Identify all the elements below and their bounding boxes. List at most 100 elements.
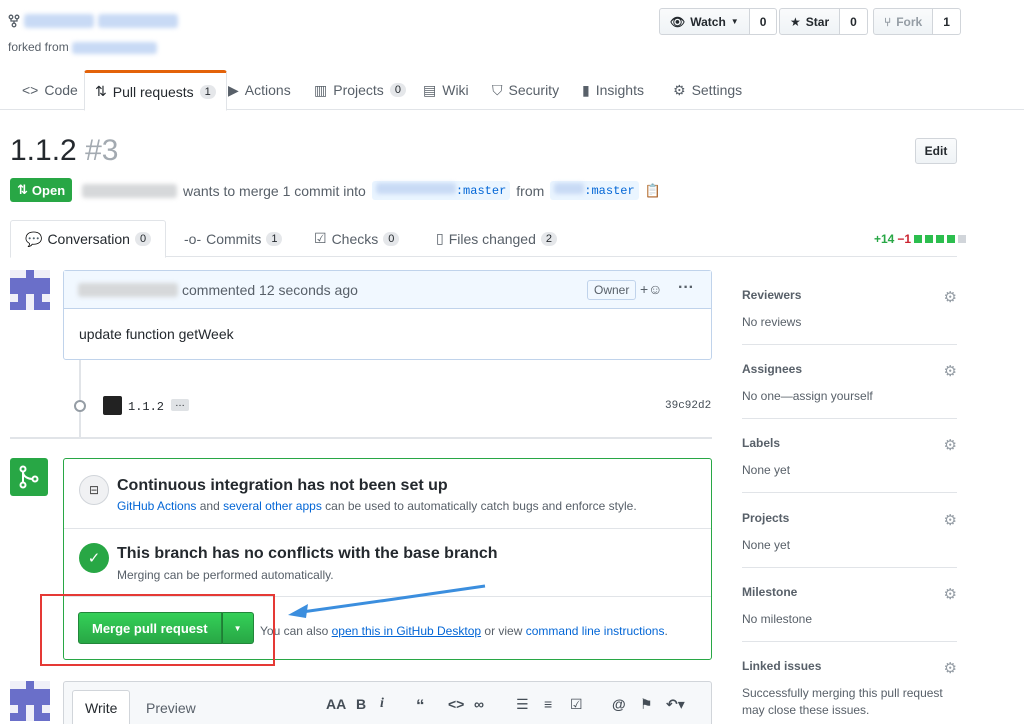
ci-subtitle: GitHub Actions and several other apps ca… bbox=[117, 499, 637, 513]
reply-icon[interactable]: ↶▾ bbox=[666, 696, 685, 713]
nav-actions[interactable]: ▶ Actions bbox=[228, 70, 291, 110]
repo-owner-redacted[interactable] bbox=[24, 14, 94, 28]
bold-icon[interactable]: B bbox=[356, 696, 366, 712]
comment-action: commented 12 seconds ago bbox=[182, 281, 358, 298]
unordered-list-icon[interactable]: ☰ bbox=[516, 696, 529, 713]
repo-name-redacted[interactable] bbox=[98, 14, 178, 28]
quote-icon[interactable]: “ bbox=[416, 696, 425, 716]
sidebar-title[interactable]: Reviewers bbox=[742, 288, 957, 302]
gear-icon[interactable]: ⚙ bbox=[944, 511, 957, 529]
base-branch[interactable]: :master bbox=[371, 181, 511, 200]
ci-tail-text: can be used to automatically catch bugs … bbox=[325, 499, 637, 513]
kebab-icon[interactable]: ··· bbox=[678, 279, 694, 297]
merge-alternatives: You can also open this in GitHub Desktop… bbox=[260, 624, 668, 638]
commenter-redacted[interactable] bbox=[78, 282, 178, 297]
nav-label: Projects bbox=[333, 82, 384, 98]
mention-icon[interactable]: @ bbox=[612, 696, 626, 712]
check-circle-icon: ✓ bbox=[79, 543, 109, 573]
sidebar-title[interactable]: Milestone bbox=[742, 585, 957, 599]
diffstat-block bbox=[925, 235, 934, 243]
tab-label: Commits bbox=[206, 230, 262, 247]
pull-request-icon: ⇅ bbox=[95, 83, 107, 99]
annotation-arrow-icon bbox=[288, 584, 486, 618]
commit-sha[interactable]: 39c92d2 bbox=[665, 400, 711, 412]
tab-write[interactable]: Write bbox=[72, 690, 131, 724]
gear-icon[interactable]: ⚙ bbox=[944, 659, 957, 677]
check-icon: ✓ bbox=[87, 550, 101, 567]
pr-tabs: 💬 Conversation 0 -o- Commits 1 ☑ Checks 0 ▯ Fil… bbox=[10, 220, 957, 258]
author-redacted[interactable] bbox=[82, 183, 177, 198]
watch-button[interactable]: 👁 Watch ▼ bbox=[659, 8, 750, 35]
avatar[interactable] bbox=[10, 270, 50, 310]
nav-insights[interactable]: ▮ Insights bbox=[582, 70, 644, 110]
tab-checks[interactable]: ☑ Checks 0 bbox=[314, 220, 400, 257]
period-text: . bbox=[664, 624, 668, 638]
nav-code[interactable]: <> Code bbox=[22, 70, 78, 110]
commit-icon: -o- bbox=[184, 230, 202, 247]
nav-wiki[interactable]: ▤ Wiki bbox=[423, 70, 469, 110]
forked-source-redacted[interactable] bbox=[72, 41, 158, 54]
tab-label: Files changed bbox=[448, 230, 536, 247]
gear-icon[interactable]: ⚙ bbox=[944, 585, 957, 603]
commit-avatar[interactable] bbox=[103, 396, 122, 415]
sidebar-value[interactable]: No one—assign yourself bbox=[742, 388, 957, 405]
bookmark-icon[interactable]: ⚑ bbox=[640, 696, 653, 713]
gear-icon[interactable]: ⚙ bbox=[944, 436, 957, 454]
sidebar-title[interactable]: Linked issues bbox=[742, 659, 957, 673]
head-branch-name: :master bbox=[584, 184, 635, 198]
tab-conversation[interactable]: 💬 Conversation 0 bbox=[10, 220, 167, 258]
code-icon[interactable]: <> bbox=[448, 696, 464, 712]
edit-button[interactable]: Edit bbox=[915, 138, 957, 164]
annotation-highlight-box bbox=[40, 594, 275, 666]
commit-message[interactable]: 1.1.2 bbox=[128, 400, 164, 414]
conflict-title: This branch has no conflicts with the ba… bbox=[117, 545, 498, 562]
nav-label: Settings bbox=[691, 82, 743, 98]
task-list-icon[interactable]: ☑ bbox=[570, 696, 583, 713]
repo-nav: <> Code ⇅ Pull requests 1 ▶ Actions ▥ Project… bbox=[0, 70, 1024, 111]
diffstat: +14 −1 bbox=[874, 232, 967, 246]
italic-icon[interactable]: i bbox=[380, 696, 384, 712]
star-button[interactable]: ★ Star bbox=[779, 8, 841, 35]
sidebar-reviewers: Reviewers ⚙ No reviews bbox=[742, 288, 957, 345]
other-apps-link[interactable]: several other apps bbox=[223, 499, 322, 513]
diffstat-block bbox=[936, 235, 945, 243]
star-count[interactable]: 0 bbox=[840, 8, 868, 35]
tab-count: 1 bbox=[266, 231, 283, 246]
commit-expand-button[interactable]: … bbox=[171, 399, 189, 411]
text-size-icon[interactable]: AA bbox=[326, 696, 346, 712]
github-desktop-link[interactable]: open this in GitHub Desktop bbox=[332, 624, 481, 638]
avatar[interactable] bbox=[10, 681, 50, 721]
nav-projects[interactable]: ▥ Projects 0 bbox=[314, 70, 406, 110]
sidebar-milestone: Milestone ⚙ No milestone bbox=[742, 585, 957, 642]
tab-commits[interactable]: -o- Commits 1 bbox=[184, 220, 283, 257]
tab-preview[interactable]: Preview bbox=[134, 690, 208, 724]
tab-files-changed[interactable]: ▯ Files changed 2 bbox=[436, 220, 558, 257]
ordered-list-icon[interactable]: ≡ bbox=[544, 696, 552, 712]
forked-from-label: forked from bbox=[8, 40, 69, 54]
pr-title-text: 1.1.2 bbox=[10, 134, 77, 167]
add-reaction-icon[interactable]: +☺ bbox=[640, 281, 662, 297]
nav-security[interactable]: ⛉ Security bbox=[492, 70, 559, 110]
nav-label: Insights bbox=[595, 82, 644, 98]
sidebar-assignees: Assignees ⚙ No one—assign yourself bbox=[742, 362, 957, 419]
forked-from: forked from bbox=[8, 40, 158, 54]
sidebar-title[interactable]: Projects bbox=[742, 511, 957, 525]
nav-pull-requests[interactable]: ⇅ Pull requests 1 bbox=[84, 70, 227, 111]
nav-settings[interactable]: ⚙ Settings bbox=[673, 70, 742, 110]
watch-count[interactable]: 0 bbox=[749, 8, 778, 35]
sidebar-title[interactable]: Assignees bbox=[742, 362, 957, 376]
ci-icon: ⊟ bbox=[79, 475, 109, 505]
fork-button[interactable]: ⑂ Fork bbox=[873, 8, 934, 35]
clipboard-icon[interactable]: 📋 bbox=[645, 183, 661, 199]
command-line-link[interactable]: command line instructions bbox=[526, 624, 665, 638]
gear-icon[interactable]: ⚙ bbox=[944, 362, 957, 380]
nav-label: Wiki bbox=[442, 82, 469, 98]
sidebar-title[interactable]: Labels bbox=[742, 436, 957, 450]
fork-count[interactable]: 1 bbox=[933, 8, 961, 35]
tab-label: Checks bbox=[331, 230, 379, 247]
link-icon[interactable]: ∞ bbox=[474, 696, 484, 712]
github-actions-link[interactable]: GitHub Actions bbox=[117, 499, 196, 513]
comment-header: commented 12 seconds ago Owner +☺ ··· bbox=[64, 271, 711, 309]
gear-icon[interactable]: ⚙ bbox=[944, 288, 957, 306]
head-branch[interactable]: :master bbox=[550, 181, 639, 200]
